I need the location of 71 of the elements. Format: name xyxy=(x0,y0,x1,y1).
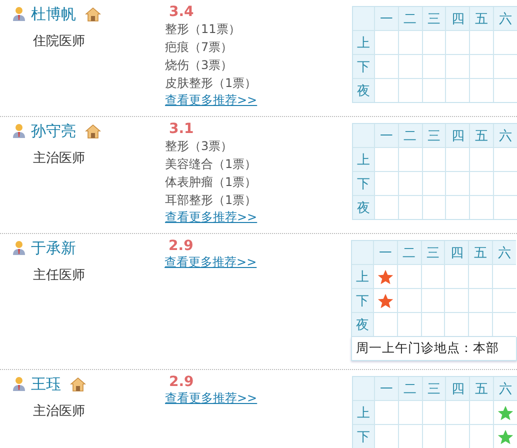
doctor-icon xyxy=(12,240,26,256)
doctor-title: 住院医师 xyxy=(33,33,86,50)
home-icon[interactable] xyxy=(85,6,101,22)
doctor-title: 主治医师 xyxy=(33,403,86,420)
period-label: 下 xyxy=(352,289,373,312)
day-header: 五 xyxy=(469,7,494,30)
day-header: 二 xyxy=(398,7,422,30)
day-header: 四 xyxy=(445,124,470,147)
period-label: 下 xyxy=(353,425,374,448)
doctor-title: 主任医师 xyxy=(33,267,86,284)
recommendation-tag: 疤痕（7票） xyxy=(165,38,233,56)
recommendation-tag: 皮肤整形（1票） xyxy=(165,74,257,92)
day-header: 一 xyxy=(372,241,397,264)
day-header: 三 xyxy=(422,377,446,400)
doctor-icon xyxy=(12,6,26,22)
day-header: 一 xyxy=(374,124,398,147)
doctor-name[interactable]: 杜博帆 xyxy=(31,4,76,24)
star-icon[interactable] xyxy=(497,428,514,444)
day-header: 六 xyxy=(493,7,517,30)
period-label: 上 xyxy=(353,148,374,171)
doctor-name[interactable]: 王珏 xyxy=(31,374,61,394)
period-label: 上 xyxy=(352,265,373,288)
day-header: 五 xyxy=(468,241,492,264)
day-header: 四 xyxy=(445,377,470,400)
period-label: 夜 xyxy=(353,196,374,219)
day-header: 五 xyxy=(469,377,494,400)
day-header: 四 xyxy=(444,241,468,264)
more-recommendations-link[interactable]: 查看更多推荐>> xyxy=(165,92,258,108)
rating-score: 3.1 xyxy=(169,121,194,137)
day-header: 三 xyxy=(420,241,444,264)
doctor-title: 主治医师 xyxy=(33,150,86,167)
recommendation-tag: 整形（11票） xyxy=(165,20,240,38)
day-header: 四 xyxy=(445,7,470,30)
period-label: 下 xyxy=(353,55,374,78)
doctor-name[interactable]: 于承新 xyxy=(31,238,76,258)
more-recommendations-link[interactable]: 查看更多推荐>> xyxy=(165,209,258,225)
period-label: 上 xyxy=(353,401,374,424)
period-label: 下 xyxy=(353,172,374,195)
recommendation-tag: 体表肿瘤（1票） xyxy=(165,173,257,191)
home-icon[interactable] xyxy=(85,124,101,138)
doctor-icon xyxy=(12,123,26,139)
doctor-name[interactable]: 孙守亮 xyxy=(31,122,76,140)
star-icon[interactable] xyxy=(497,404,514,420)
day-header: 一 xyxy=(374,377,398,400)
period-label: 夜 xyxy=(352,313,373,336)
recommendation-tag: 耳部整形（1票） xyxy=(165,191,257,209)
day-header: 一 xyxy=(374,7,398,30)
rating-score: 2.9 xyxy=(169,374,194,390)
period-label: 夜 xyxy=(353,79,374,102)
star-icon[interactable] xyxy=(376,268,394,284)
clinic-location-tooltip: 周一上午门诊地点：本部 xyxy=(351,337,517,361)
rating-score: 2.9 xyxy=(168,238,194,254)
day-header: 二 xyxy=(398,377,422,400)
day-header: 三 xyxy=(422,7,446,30)
day-header: 五 xyxy=(469,124,494,147)
more-recommendations-link[interactable]: 查看更多推荐>> xyxy=(164,254,257,270)
day-header: 二 xyxy=(396,241,421,264)
recommendation-tag: 美容缝合（1票） xyxy=(165,155,257,173)
day-header: 三 xyxy=(422,124,446,147)
star-icon[interactable] xyxy=(376,292,394,308)
day-header: 二 xyxy=(398,124,422,147)
recommendation-tag: 整形（3票） xyxy=(165,137,233,155)
more-recommendations-link[interactable]: 查看更多推荐>> xyxy=(165,390,258,406)
home-icon[interactable] xyxy=(70,376,86,392)
day-header: 六 xyxy=(492,241,516,264)
recommendation-tag: 烧伤（3票） xyxy=(165,56,233,74)
period-label: 上 xyxy=(353,31,374,54)
doctor-icon xyxy=(12,376,26,392)
day-header: 六 xyxy=(493,377,517,400)
rating-score: 3.4 xyxy=(169,4,194,20)
day-header: 六 xyxy=(493,124,517,147)
